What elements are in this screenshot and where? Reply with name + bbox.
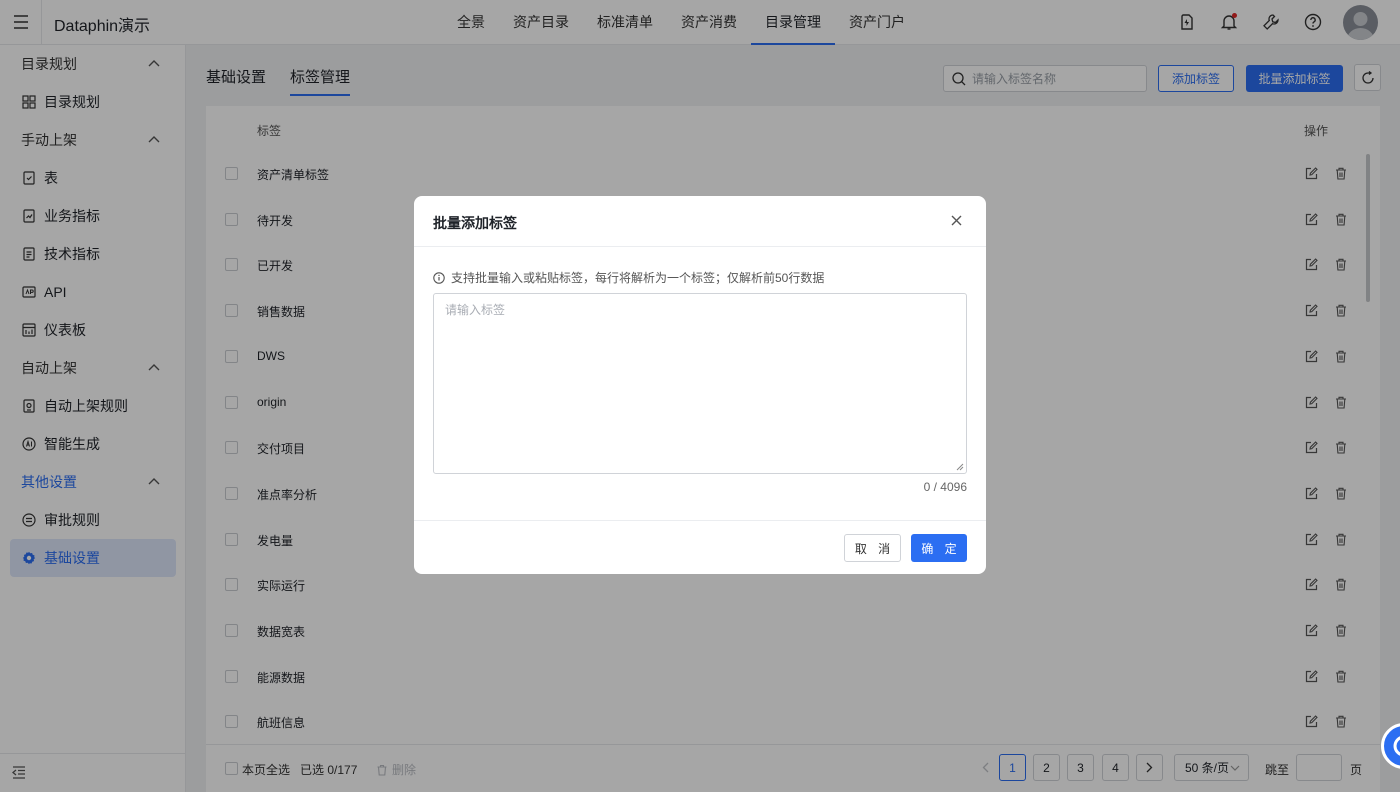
- dialog-footer: 取 消 确 定: [414, 520, 986, 574]
- assistant-icon: [1393, 736, 1400, 756]
- close-icon[interactable]: [951, 215, 962, 226]
- floating-assistant-button[interactable]: [1381, 723, 1400, 769]
- batch-add-tag-dialog: 批量添加标签 支持批量输入或粘贴标签，每行将解析为一个标签；仅解析前50行数据 …: [414, 196, 986, 574]
- resize-handle-icon[interactable]: [956, 463, 964, 471]
- cancel-button[interactable]: 取 消: [844, 534, 901, 562]
- confirm-button[interactable]: 确 定: [911, 534, 967, 562]
- dialog-tip: 支持批量输入或粘贴标签，每行将解析为一个标签；仅解析前50行数据: [433, 269, 824, 286]
- tags-textarea[interactable]: [433, 293, 967, 474]
- tip-text: 支持批量输入或粘贴标签，每行将解析为一个标签；仅解析前50行数据: [451, 271, 825, 285]
- dialog-title: 批量添加标签: [433, 215, 517, 231]
- dialog-header: 批量添加标签: [414, 196, 986, 247]
- info-icon: [433, 271, 445, 284]
- char-counter: 0 / 4096: [923, 480, 967, 494]
